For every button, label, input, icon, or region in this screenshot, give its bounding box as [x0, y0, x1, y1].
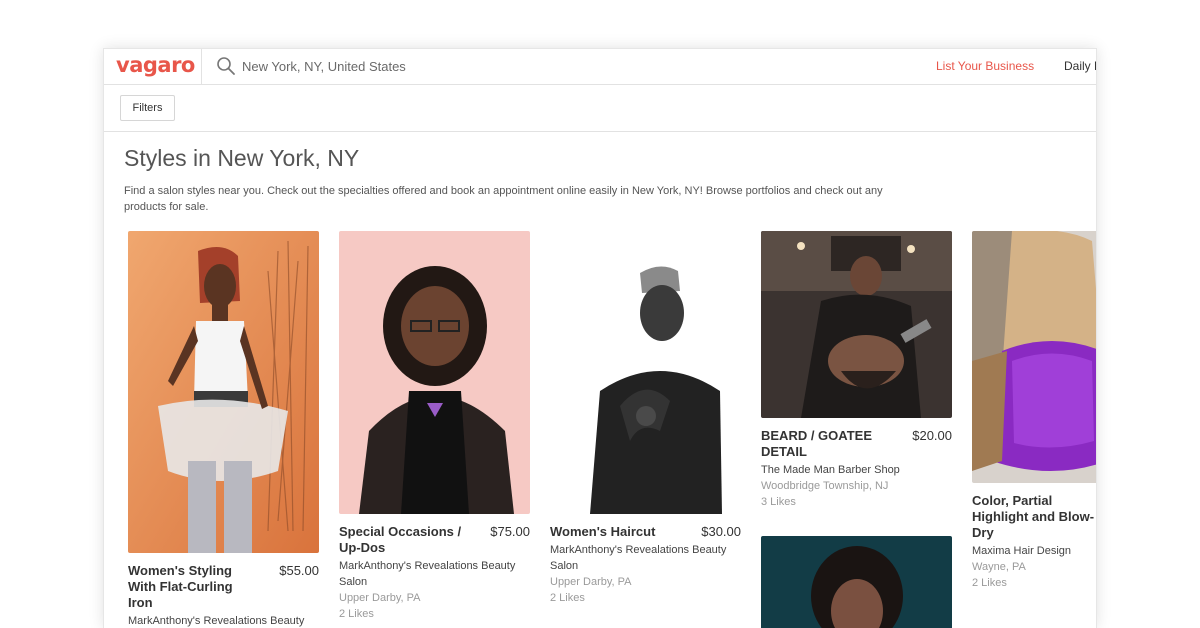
salon-name[interactable]: MarkAnthony's Revealations Beauty Salon	[550, 542, 741, 574]
style-photo[interactable]	[339, 231, 530, 514]
style-title[interactable]: Women's Styling With Flat-Curling Iron	[128, 563, 260, 611]
likes-count[interactable]: 2 Likes	[972, 575, 1096, 591]
likes-count[interactable]: 2 Likes	[550, 590, 741, 606]
top-nav: vagaro List Your Business Daily D	[104, 49, 1096, 85]
style-price: $75.00	[490, 524, 530, 539]
style-card[interactable]: Women's Haircut $30.00 MarkAnthony's Rev…	[550, 231, 741, 606]
style-card[interactable]: Color, Partial Highlight and Blow-Dry Ma…	[972, 231, 1096, 591]
list-your-business-link[interactable]: List Your Business	[936, 59, 1034, 73]
salon-name[interactable]: MarkAnthony's Revealations Beauty Salon	[339, 558, 530, 590]
style-photo[interactable]	[761, 231, 952, 418]
style-photo[interactable]	[761, 536, 952, 628]
style-price: $30.00	[701, 524, 741, 539]
style-price: $55.00	[279, 563, 319, 578]
page-description: Find a salon styles near you. Check out …	[124, 185, 883, 213]
style-card[interactable]: BEARD / GOATEE DETAIL $20.00 The Made Ma…	[761, 231, 952, 510]
page-title: Styles in New York, NY	[124, 145, 360, 171]
likes-count[interactable]: 2 Likes	[339, 606, 530, 622]
salon-name[interactable]: The Made Man Barber Shop	[761, 462, 952, 478]
salon-location: Woodbridge Township, NJ	[761, 480, 889, 492]
style-title[interactable]: BEARD / GOATEE DETAIL	[761, 428, 893, 460]
salon-name[interactable]: Maxima Hair Design	[972, 543, 1096, 559]
daily-deals-link[interactable]: Daily D	[1064, 59, 1096, 73]
salon-name[interactable]: MarkAnthony's Revealations Beauty	[128, 613, 319, 628]
filter-bar: Filters	[104, 86, 1096, 132]
style-title[interactable]: Color, Partial Highlight and Blow-Dry	[972, 493, 1096, 541]
style-photo[interactable]	[972, 231, 1096, 483]
style-title[interactable]: Special Occasions / Up-Dos	[339, 524, 471, 556]
likes-count[interactable]: 3 Likes	[761, 494, 952, 510]
style-card[interactable]: Special Occasions / Up-Dos $75.00 MarkAn…	[339, 231, 530, 622]
browser-page: vagaro List Your Business Daily D Filter…	[103, 48, 1097, 628]
style-title[interactable]: Women's Haircut	[550, 524, 682, 540]
style-price: $20.00	[912, 428, 952, 443]
salon-location: Upper Darby, PA	[550, 576, 632, 588]
style-card[interactable]	[761, 536, 952, 628]
search-icon[interactable]	[216, 56, 236, 76]
style-photo[interactable]	[550, 231, 741, 514]
style-photo[interactable]	[128, 231, 319, 553]
salon-location: Upper Darby, PA	[339, 592, 421, 604]
vagaro-logo[interactable]: vagaro	[116, 53, 195, 77]
filters-button[interactable]: Filters	[120, 95, 175, 121]
location-search-input[interactable]	[242, 55, 542, 77]
salon-location: Wayne, PA	[972, 561, 1026, 573]
style-card[interactable]: Women's Styling With Flat-Curling Iron $…	[128, 231, 319, 628]
nav-divider	[201, 49, 202, 85]
